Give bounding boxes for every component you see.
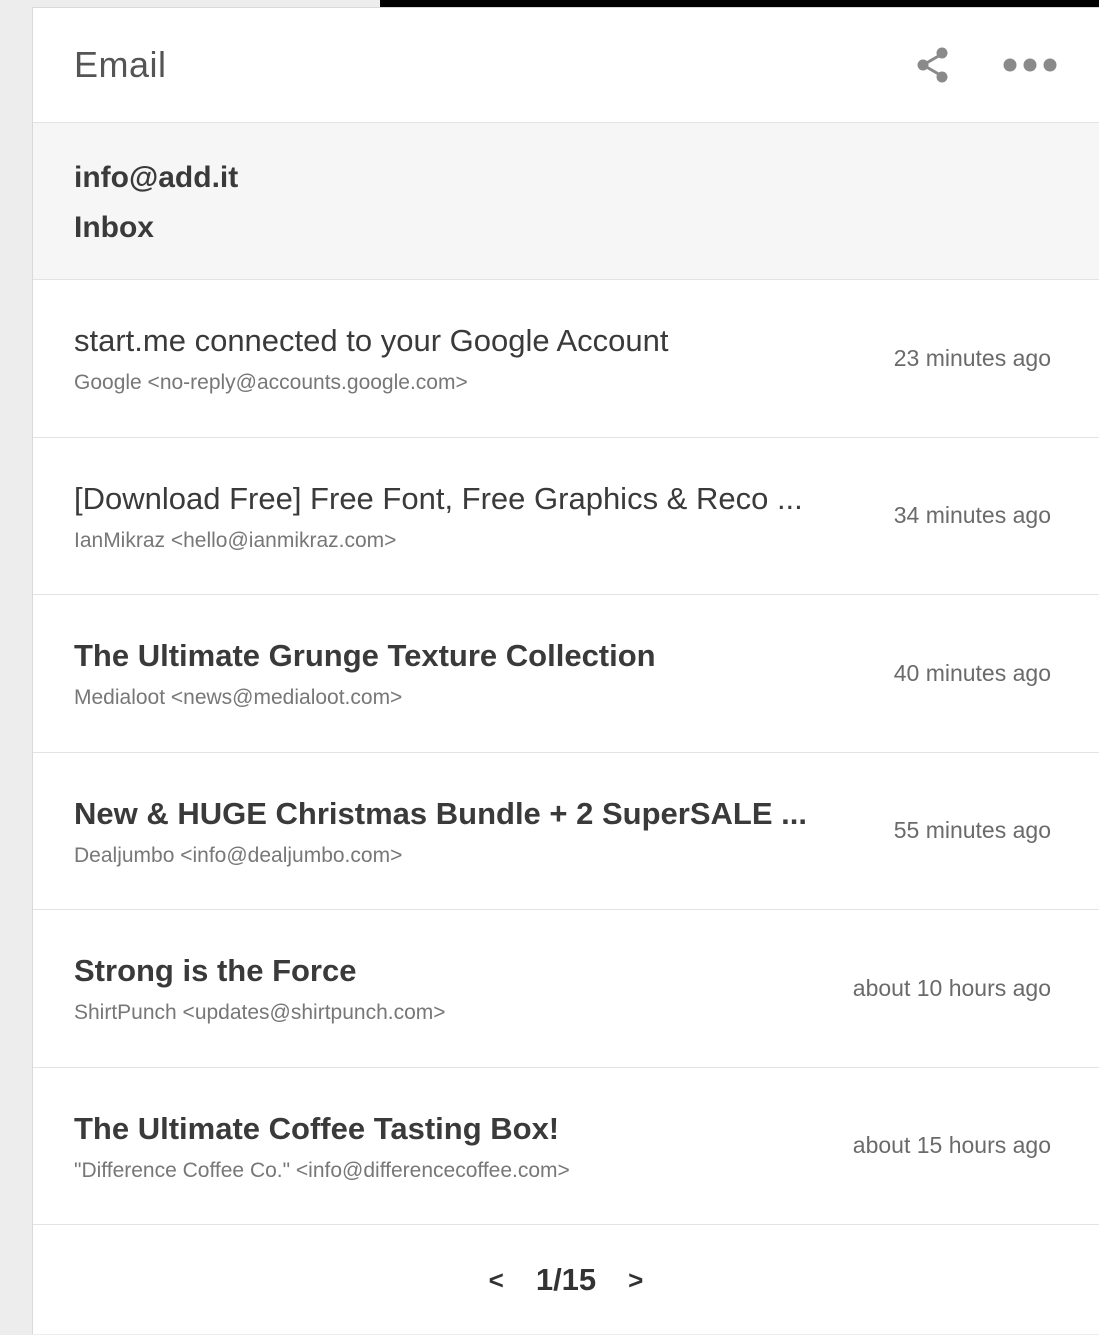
prev-page-button[interactable]: < (489, 1265, 504, 1296)
email-sender: IanMikraz <hello@ianmikraz.com> (74, 528, 397, 552)
email-list-item[interactable]: Strong is the Force ShirtPunch <updates@… (33, 910, 1099, 1068)
email-list-item[interactable]: [Download Free] Free Font, Free Graphics… (33, 438, 1099, 595)
email-sender: ShirtPunch <updates@shirtpunch.com> (74, 1001, 446, 1025)
share-icon[interactable] (915, 46, 951, 84)
widget-title: Email (74, 44, 167, 85)
email-list-item[interactable]: start.me connected to your Google Accoun… (33, 280, 1099, 438)
email-subject: New & HUGE Christmas Bundle + 2 SuperSAL… (74, 795, 807, 831)
email-list-item[interactable]: The Ultimate Coffee Tasting Box! "Differ… (33, 1068, 1099, 1225)
account-address: info@add.it (74, 161, 239, 194)
email-subject: The Ultimate Grunge Texture Collection (74, 638, 656, 674)
email-sender: Dealjumbo <info@dealjumbo.com> (74, 843, 403, 867)
email-list-item[interactable]: The Ultimate Grunge Texture Collection M… (33, 595, 1099, 753)
email-sender: "Difference Coffee Co." <info@difference… (74, 1158, 570, 1182)
email-time: about 10 hours ago (852, 974, 1051, 1001)
email-sender: Google <no-reply@accounts.google.com> (74, 371, 468, 395)
email-time: 34 minutes ago (893, 502, 1051, 529)
next-page-button[interactable]: > (628, 1265, 643, 1296)
widget-header: Email (33, 8, 1099, 123)
account-section: info@add.it Inbox (33, 123, 1099, 280)
email-time: 23 minutes ago (893, 344, 1051, 371)
email-sender: Medialoot <news@medialoot.com> (74, 686, 403, 710)
email-list-item[interactable]: New & HUGE Christmas Bundle + 2 SuperSAL… (33, 753, 1099, 910)
email-subject: The Ultimate Coffee Tasting Box! (74, 1110, 560, 1146)
email-widget: Email info@add.it Inbox start.me connect… (32, 7, 1099, 1334)
email-time: 55 minutes ago (893, 817, 1051, 844)
email-subject: Strong is the Force (74, 953, 357, 989)
email-subject: start.me connected to your Google Accoun… (74, 323, 669, 359)
email-time: about 15 hours ago (852, 1132, 1051, 1159)
page-indicator: 1/15 (535, 1262, 597, 1297)
folder-name: Inbox (74, 211, 154, 244)
email-list: start.me connected to your Google Accoun… (33, 280, 1099, 1225)
email-time: 40 minutes ago (893, 659, 1051, 686)
header-actions (915, 46, 1057, 84)
more-dots-icon[interactable] (1003, 57, 1057, 73)
email-subject: [Download Free] Free Font, Free Graphics… (74, 480, 803, 516)
pagination: < 1/15 > (33, 1225, 1099, 1335)
